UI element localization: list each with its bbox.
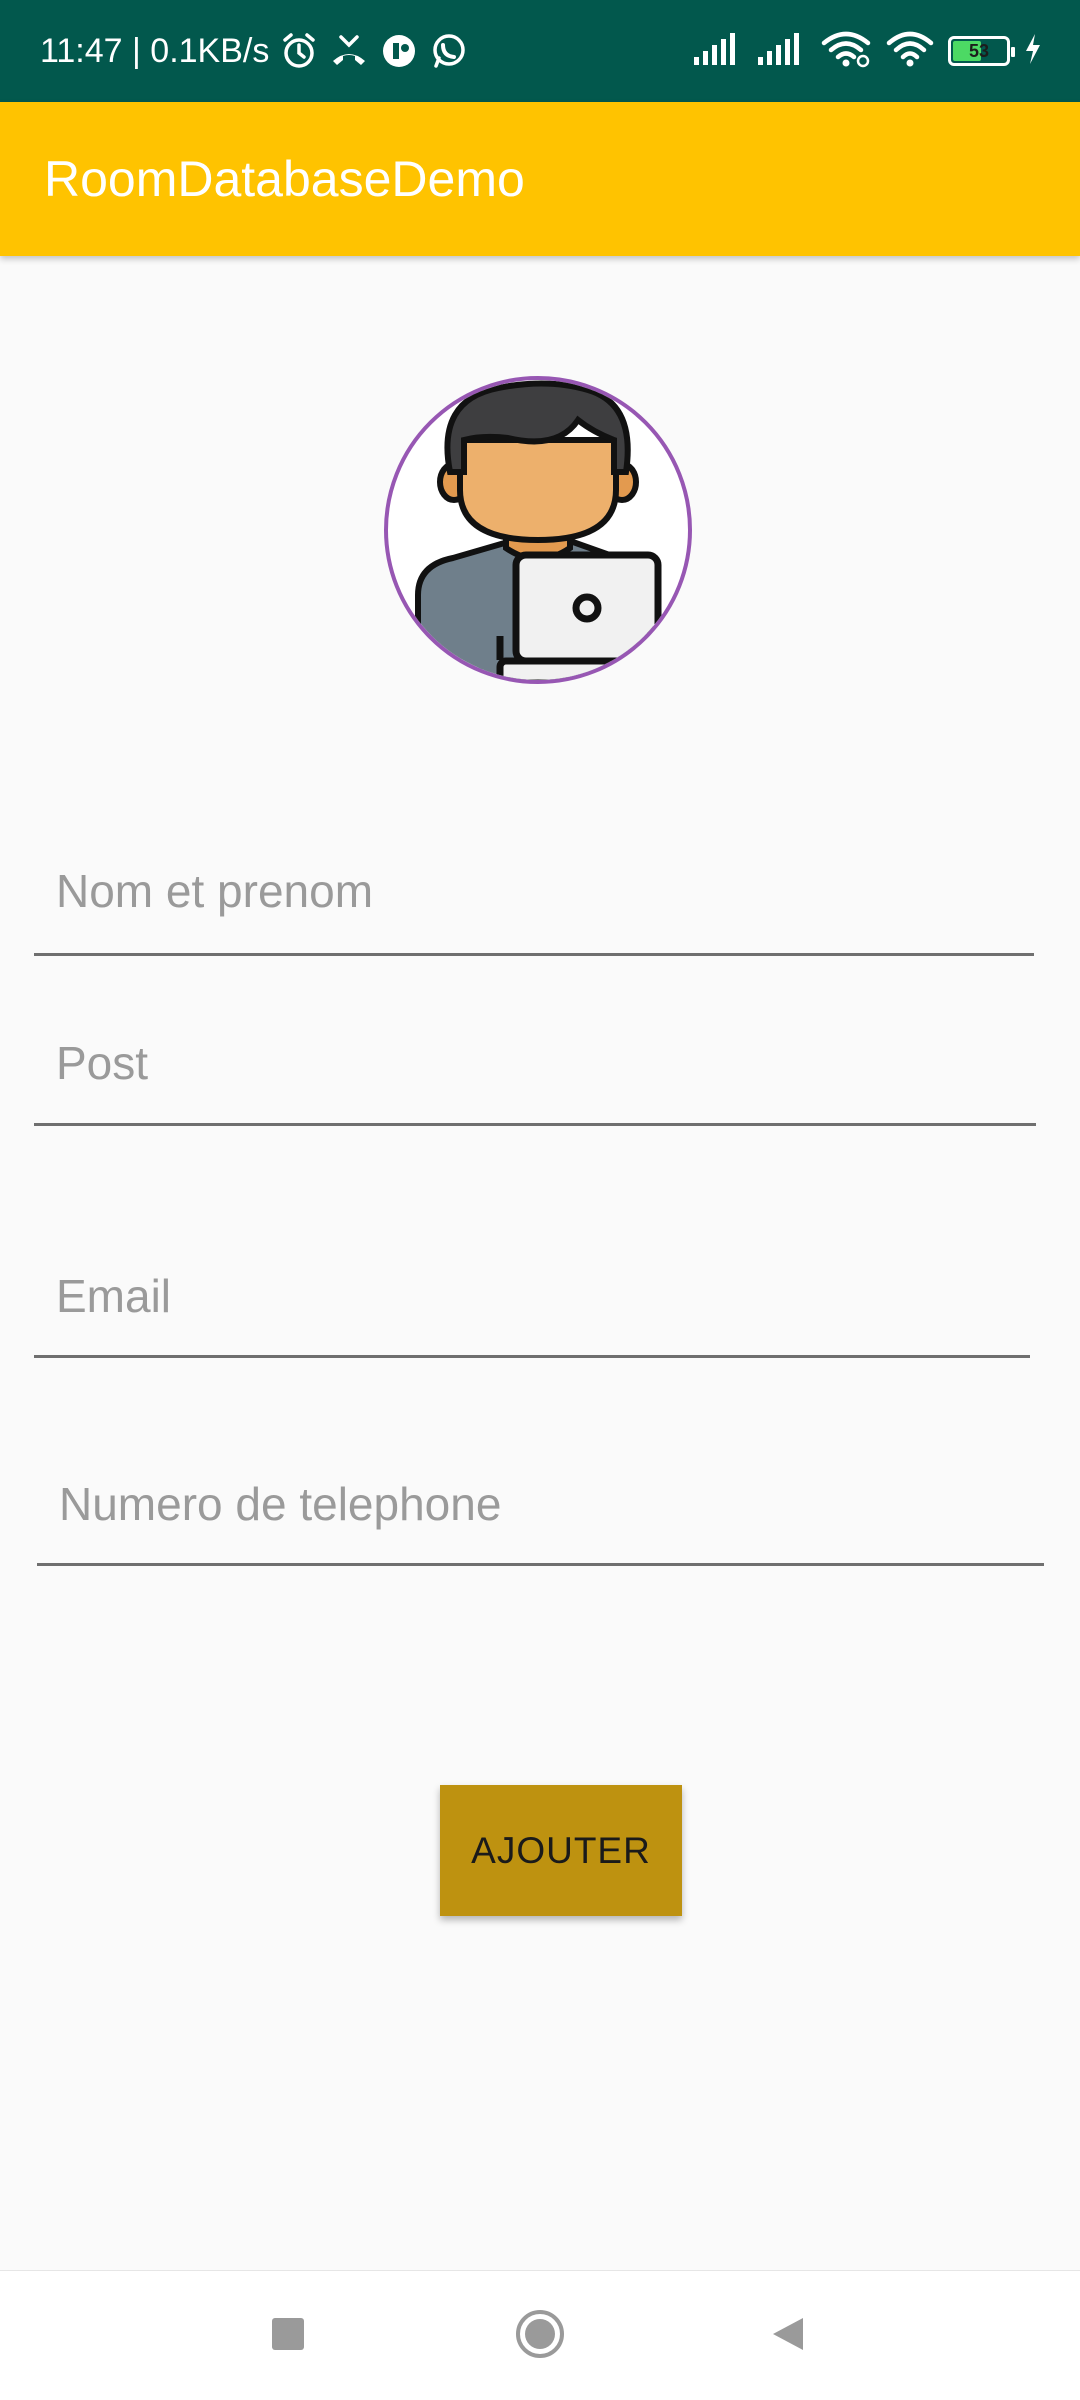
wifi-icon [820, 29, 872, 74]
charging-icon [1024, 33, 1042, 70]
email-field [34, 1258, 1030, 1358]
email-input[interactable] [34, 1258, 1030, 1358]
recents-button[interactable] [248, 2271, 328, 2400]
back-triangle-icon [769, 2314, 807, 2359]
navigation-bar [0, 2270, 1080, 2400]
status-bar: 11:47 | 0.1KB/s 53 [0, 0, 1080, 102]
back-button[interactable] [748, 2271, 828, 2400]
post-input[interactable] [34, 1025, 1036, 1126]
app-bar: RoomDatabaseDemo [0, 102, 1080, 256]
avatar[interactable] [384, 376, 692, 684]
phone-field [37, 1466, 1044, 1566]
home-button[interactable] [500, 2271, 580, 2400]
battery-icon: 53 [948, 36, 1015, 66]
missed-call-icon [329, 31, 369, 71]
status-right: 53 [692, 0, 1042, 102]
home-circle-icon [514, 2308, 566, 2365]
screen: 11:47 | 0.1KB/s 53 RoomDatabaseDemo Nom … [0, 0, 1080, 2400]
phone-input[interactable] [37, 1466, 1044, 1566]
whatsapp-icon [429, 31, 469, 71]
signal-icon [692, 31, 742, 72]
alarm-icon [279, 31, 319, 71]
signal-icon [756, 31, 806, 72]
app-title: RoomDatabaseDemo [44, 151, 525, 207]
wifi-icon [886, 29, 934, 74]
name-field [34, 850, 1034, 956]
battery-level: 53 [968, 41, 990, 61]
status-left: 11:47 | 0.1KB/s [40, 0, 469, 102]
app-notification-icon [379, 31, 419, 71]
add-button[interactable]: AJOUTER [440, 1785, 682, 1916]
post-field [34, 1025, 1036, 1126]
status-time-speed: 11:47 | 0.1KB/s [40, 31, 270, 70]
name-input[interactable] [34, 850, 1034, 956]
person-with-laptop-icon [415, 380, 678, 680]
recents-square-icon [270, 2316, 306, 2357]
